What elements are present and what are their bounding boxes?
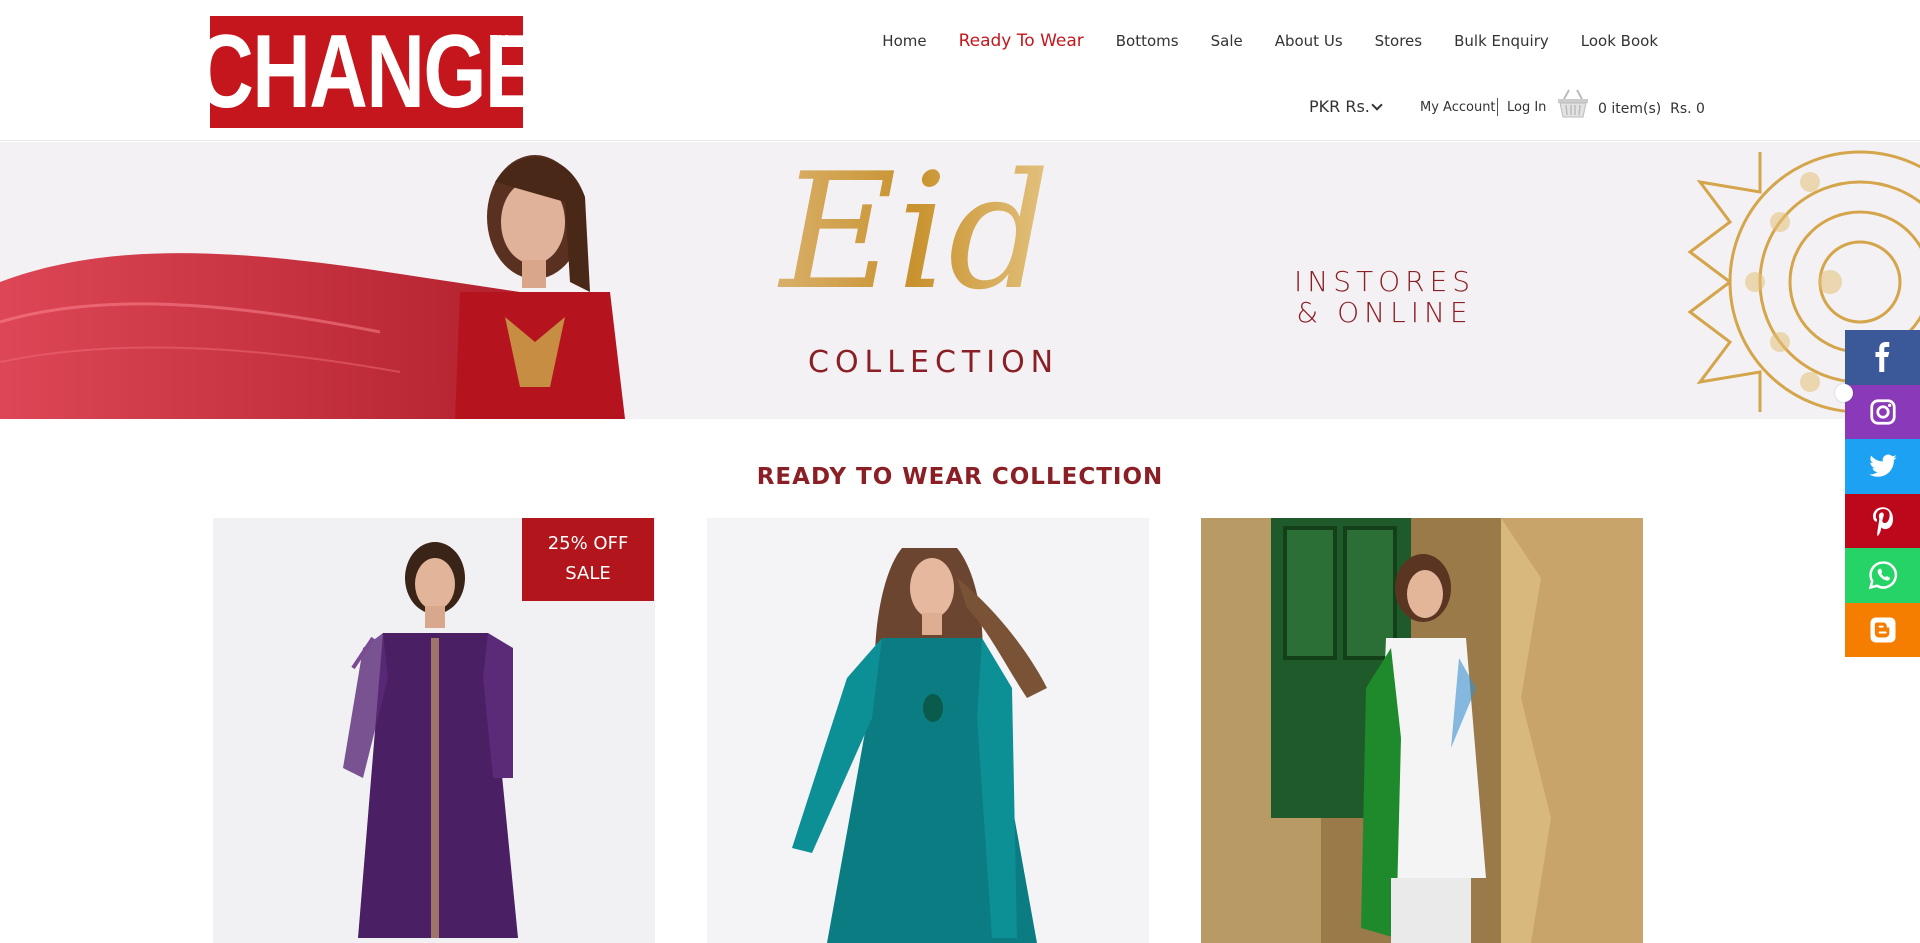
whatsapp-icon bbox=[1868, 561, 1897, 590]
twitter-icon bbox=[1868, 454, 1897, 478]
product-card[interactable] bbox=[707, 518, 1149, 943]
nav-item-sale[interactable]: Sale bbox=[1195, 30, 1259, 52]
online-line: & ONLINE bbox=[1296, 296, 1473, 329]
nav-item-stores[interactable]: Stores bbox=[1359, 30, 1438, 52]
main-nav: Home Ready To Wear Bottoms Sale About Us… bbox=[866, 30, 1674, 52]
collection-heading: COLLECTION bbox=[808, 345, 1060, 380]
chevron-down-icon bbox=[1371, 99, 1383, 111]
instagram-icon bbox=[1869, 399, 1896, 425]
cart-total: Rs. 0 bbox=[1670, 101, 1705, 117]
instores-online-text: INSTORES & ONLINE bbox=[1294, 266, 1475, 328]
nav-item-ready-to-wear[interactable]: Ready To Wear bbox=[943, 30, 1100, 52]
nav-item-bottoms[interactable]: Bottoms bbox=[1100, 30, 1195, 52]
eid-collection-banner[interactable]: Eid COLLECTION INSTORES & ONLINE bbox=[0, 142, 1920, 419]
my-account-link[interactable]: My Account bbox=[1420, 98, 1496, 118]
eid-script-title: Eid bbox=[777, 142, 1050, 312]
instagram-button[interactable] bbox=[1845, 384, 1920, 439]
whatsapp-button[interactable] bbox=[1845, 548, 1920, 603]
pinterest-icon bbox=[1872, 507, 1893, 536]
carousel-dot[interactable] bbox=[1835, 384, 1853, 402]
logo-trademark: TM bbox=[490, 32, 509, 47]
instores-line: INSTORES bbox=[1294, 265, 1476, 298]
eid-word: Eid bbox=[777, 142, 1050, 312]
section-title: READY TO WEAR COLLECTION bbox=[756, 464, 1164, 490]
divider bbox=[1497, 98, 1498, 116]
log-in-link[interactable]: Log In bbox=[1507, 98, 1546, 118]
nav-item-look-book[interactable]: Look Book bbox=[1565, 30, 1674, 52]
site-header: CHANGE TM Home Ready To Wear Bottoms Sal… bbox=[0, 0, 1920, 141]
blogger-button[interactable] bbox=[1845, 602, 1920, 657]
currency-label: PKR Rs. bbox=[1309, 97, 1370, 116]
pinterest-button[interactable] bbox=[1845, 493, 1920, 548]
blogger-icon bbox=[1870, 617, 1895, 643]
shopping-basket-icon[interactable] bbox=[1556, 88, 1590, 118]
product-image-teal-kurta bbox=[792, 548, 1047, 943]
nav-item-about-us[interactable]: About Us bbox=[1259, 30, 1359, 52]
nav-item-bulk-enquiry[interactable]: Bulk Enquiry bbox=[1438, 30, 1565, 52]
sale-badge-label: SALE bbox=[565, 563, 611, 584]
facebook-button[interactable] bbox=[1845, 330, 1920, 385]
sale-badge: 25% OFF SALE bbox=[522, 518, 654, 601]
product-image-white-green-outfit bbox=[1201, 518, 1643, 943]
cart-summary[interactable]: 0 item(s) Rs. 0 bbox=[1598, 99, 1705, 119]
social-share-rail bbox=[1845, 330, 1920, 657]
sale-badge-discount: 25% OFF bbox=[547, 533, 629, 554]
utility-bar: PKR Rs. My Account Log In 0 item(s) Rs. … bbox=[0, 89, 1920, 120]
facebook-icon bbox=[1875, 342, 1889, 373]
product-card[interactable] bbox=[1201, 518, 1643, 943]
twitter-button[interactable] bbox=[1845, 439, 1920, 494]
currency-selector[interactable]: PKR Rs. bbox=[1309, 96, 1383, 118]
cart-item-count: 0 item(s) bbox=[1598, 101, 1662, 117]
hero-model-image bbox=[0, 155, 625, 419]
nav-item-home[interactable]: Home bbox=[866, 30, 942, 52]
